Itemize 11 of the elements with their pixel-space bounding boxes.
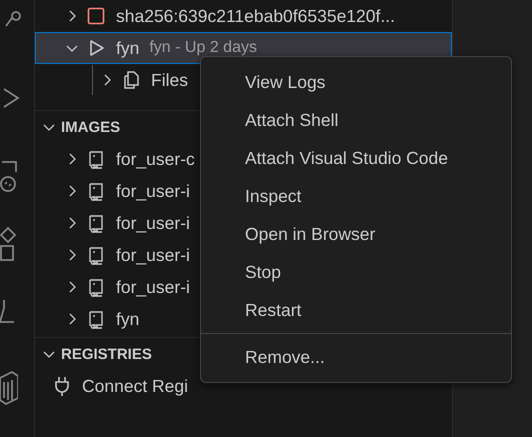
tree-label: for_user-i [116,244,190,266]
tree-label: for_user-i [116,212,190,234]
tree-label: for_user-i [116,276,190,298]
tree-label: for_user-i [116,180,190,202]
tree-label: Connect Regi [82,376,188,396]
tree-label: Files [151,70,188,90]
tree-label: fyn [116,38,140,58]
tree-label: sha256:639c211ebab0f6535e120f... [116,6,395,26]
tree-label: for_user-c [116,148,195,170]
tree-description: fyn - Up 2 days [149,40,257,56]
tree-label: fyn [116,308,140,330]
